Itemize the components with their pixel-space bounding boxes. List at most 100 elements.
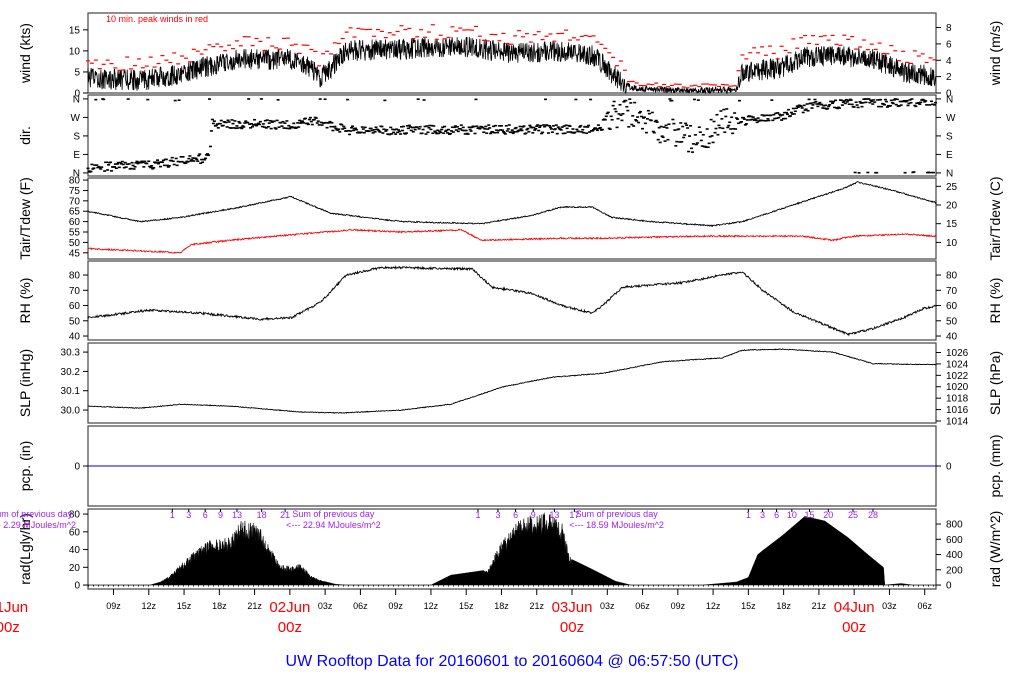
dir-point [627,126,631,128]
dir-point [367,130,371,133]
dir-point [188,155,192,157]
dir-point [360,126,364,128]
dir-point [618,103,622,106]
dir-point [210,118,214,121]
dir-point [473,132,477,135]
dir-point [642,116,646,119]
dir-point [221,124,225,127]
dir-point [764,120,768,122]
slp-tick-label: 30.2 [61,367,81,378]
wind-tick-label-right: 8 [946,23,952,34]
dir-point [485,132,489,135]
dir-point [684,122,688,125]
dir-point [714,127,718,130]
dir-point [272,120,276,123]
dir-point [550,131,554,134]
dir-point [301,120,305,122]
dir-point [229,127,233,129]
dir-point [114,167,118,170]
slp-tick-label-right: 1014 [946,416,969,427]
dir-point [905,99,909,102]
dir-point [834,99,838,102]
dir-point [316,120,320,122]
dir-point [724,115,728,118]
dir-point [123,161,127,164]
dir-point [411,130,415,133]
dir-point [538,126,542,129]
dir-point [736,118,740,120]
rh-tick-label: 40 [69,332,81,343]
rh-tick-label-right: 70 [946,286,958,297]
date-label-day: 02Jun [269,599,310,616]
x-tick-label: 03z [882,601,897,611]
dir-point [261,123,265,125]
dir-point [537,129,541,132]
day-sum-value: <--- 18.59 MJoules/m^2 [569,520,664,530]
slp-tick-label-right: 1016 [946,405,969,416]
dir-point [524,132,528,135]
dir-point [925,104,929,106]
dir-point [385,128,389,131]
dir-point [650,111,654,114]
dir-point [843,102,847,105]
dir-point [633,101,637,104]
dir-point [725,108,729,110]
dir-point [526,127,530,130]
dir-point [573,131,577,134]
dir-point [416,98,420,100]
dir-point [274,128,278,130]
x-tick-label: 15z [177,601,192,611]
panel-wind: wind (kts) wind (m/s)0510150246810 min. p… [17,12,1003,100]
dir-point [728,121,732,124]
dir-point [192,160,196,162]
wind-tick-label-right: 6 [946,39,952,50]
dir-point [442,132,446,134]
dir-point [417,128,421,130]
dir-point [488,127,492,129]
rh-tick-label-right: 80 [946,271,958,282]
dir-point [776,112,780,114]
dir-point [389,126,393,129]
dir-point [455,126,459,128]
dir-point [171,160,175,163]
dir-tick-label-right: S [946,131,953,142]
dir-point [359,131,363,134]
rh-tick-label: 60 [69,301,81,312]
temp-tick-label: 80 [69,176,81,187]
dir-point [318,98,322,100]
dir-point [745,119,749,121]
dir-point [614,110,618,113]
dir-point [809,102,813,105]
dir-point [86,167,90,170]
x-tick-label: 12z [424,601,439,611]
dir-point [181,156,185,158]
dir-point [628,98,632,100]
dir-point [280,125,284,127]
dir-point [394,133,398,135]
dir-point [432,125,436,127]
dir-point [124,166,128,168]
dir-point [129,167,133,170]
dir-point [675,140,679,143]
dir-point [351,125,355,128]
dir-point [585,132,589,135]
x-tick-label: 15z [741,601,756,611]
dir-point [767,119,771,122]
day-sum-value: <--- 2.29 MJoules/m^2 [0,520,76,530]
dir-point [514,126,518,129]
dir-point [343,127,347,130]
dir-point [654,119,658,122]
dir-point [152,167,156,169]
dir-point [723,131,727,134]
slp-ylabel: SLP (inHg) [17,349,33,417]
date-label-day: 04Jun [834,599,875,616]
dir-point [919,101,923,104]
dir-point [786,113,790,116]
dir-point [912,171,916,173]
dir-point [121,163,125,166]
dir-point [733,112,737,114]
temp-tick-label-right: 10 [946,238,958,249]
dir-tick-label: W [71,113,81,124]
dir-point [276,99,280,101]
dir-point [246,121,250,124]
